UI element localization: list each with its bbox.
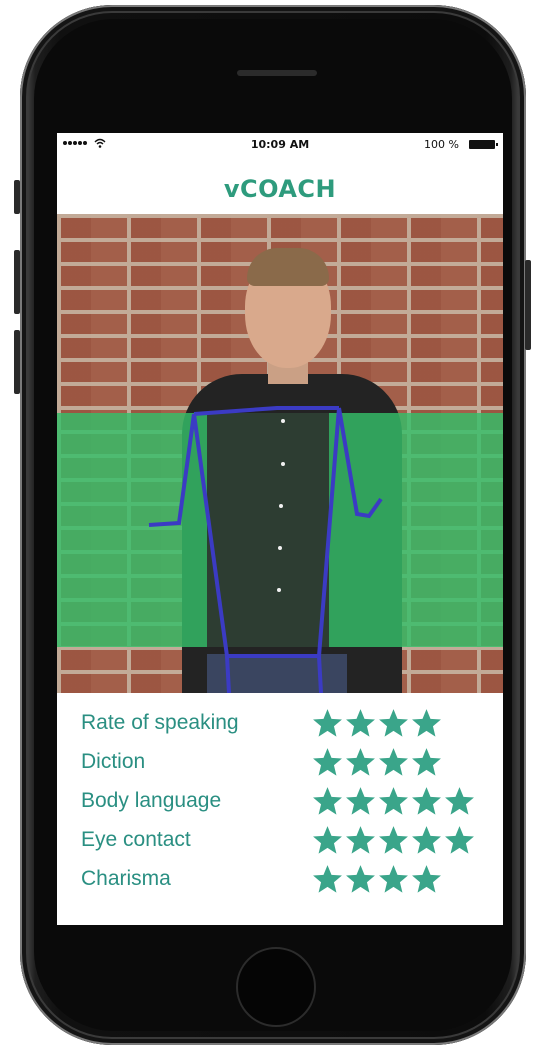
star-rating (311, 824, 476, 857)
star-icon (412, 865, 441, 893)
rating-label: Body language (81, 789, 222, 812)
rating-row-eye-contact: Eye contact (81, 822, 501, 861)
star-icon (346, 787, 375, 815)
screen: 10:09 AM 100 % vCOACH Rate of speaking D… (57, 133, 503, 925)
home-button[interactable] (236, 947, 316, 1027)
mute-switch (14, 180, 20, 214)
star-icon (412, 709, 441, 737)
star-icon (346, 865, 375, 893)
rating-label: Charisma (81, 867, 171, 890)
rating-row-rate-of-speaking: Rate of speaking (81, 705, 501, 744)
rating-row-diction: Diction (81, 744, 501, 783)
star-icon (313, 826, 342, 854)
star-icon (379, 865, 408, 893)
star-rating (311, 785, 476, 818)
star-icon (346, 748, 375, 776)
battery-percentage: 100 % (424, 138, 459, 151)
star-icon (313, 709, 342, 737)
star-rating (311, 746, 443, 779)
volume-up-button (14, 250, 20, 314)
star-icon (412, 826, 441, 854)
star-icon (445, 826, 474, 854)
earpiece-speaker (237, 70, 317, 76)
power-button (525, 260, 531, 350)
rating-row-charisma: Charisma (81, 861, 501, 900)
app-title: vCOACH (223, 175, 337, 203)
star-icon (379, 709, 408, 737)
status-bar: 10:09 AM 100 % (57, 133, 503, 155)
star-icon (379, 787, 408, 815)
star-icon (379, 748, 408, 776)
rating-label: Eye contact (81, 828, 191, 851)
star-icon (346, 709, 375, 737)
volume-down-button (14, 330, 20, 394)
ratings-list: Rate of speaking Diction Body language E… (81, 705, 501, 900)
battery-icon (469, 140, 498, 149)
star-icon (313, 865, 342, 893)
rating-row-body-language: Body language (81, 783, 501, 822)
star-icon (313, 748, 342, 776)
star-icon (379, 826, 408, 854)
rating-label: Rate of speaking (81, 711, 239, 734)
rating-label: Diction (81, 750, 146, 773)
star-icon (346, 826, 375, 854)
pose-skeleton-overlay (148, 406, 383, 693)
star-icon (313, 787, 342, 815)
star-icon (412, 748, 441, 776)
star-icon (412, 787, 441, 815)
star-icon (445, 787, 474, 815)
star-rating (311, 863, 443, 896)
video-feed[interactable] (57, 214, 503, 693)
star-rating (311, 707, 443, 740)
